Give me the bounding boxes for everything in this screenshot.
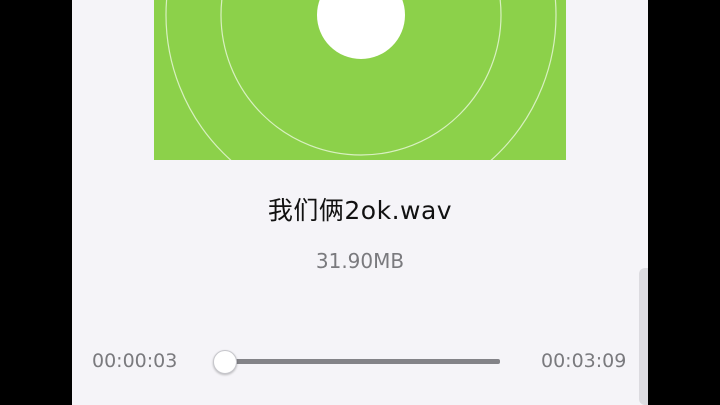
side-panel-handle[interactable] (639, 268, 648, 405)
file-size-label: 31.90MB (315, 249, 405, 273)
music-disc-artwork-icon (154, 0, 566, 160)
elapsed-time: 00:00:03 (92, 350, 178, 372)
album-artwork (154, 0, 566, 160)
playback-seekbar[interactable] (213, 350, 500, 374)
seekbar-track[interactable] (220, 359, 500, 364)
seekbar-thumb[interactable] (213, 350, 238, 374)
track-title: 我们俩2ok.wav (267, 196, 453, 225)
total-duration: 00:03:09 (541, 350, 627, 372)
audio-player-screen: 我们俩2ok.wav 31.90MB 00:00:03 00:03:09 (72, 0, 648, 405)
